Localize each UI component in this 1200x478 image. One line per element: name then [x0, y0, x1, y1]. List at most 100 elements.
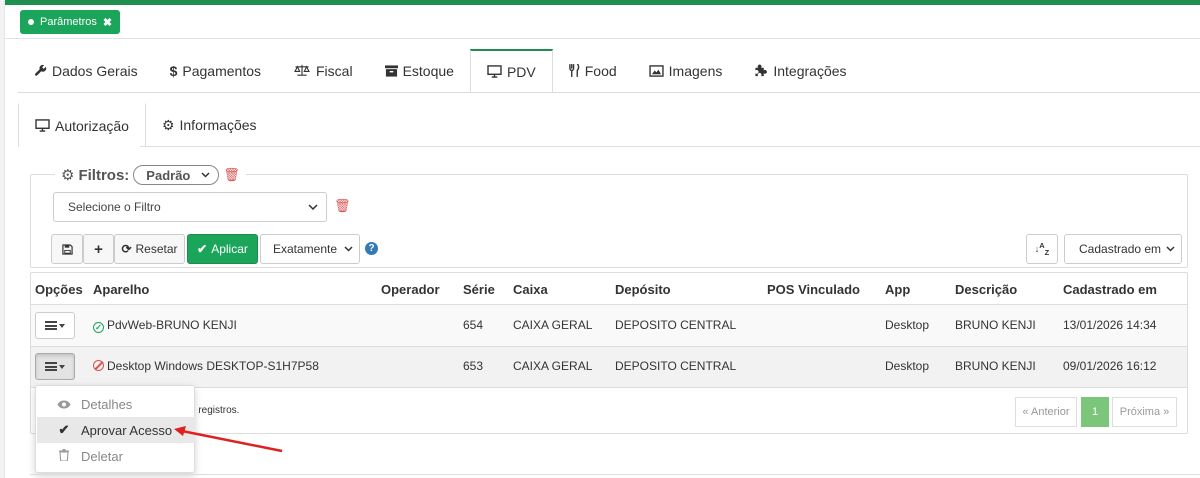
filter-select[interactable]: Selecione o Filtro [53, 192, 327, 222]
tab-label: Pagamentos [182, 62, 261, 79]
row-divider [31, 387, 1187, 388]
dollar-icon: $ [169, 62, 178, 79]
save-button[interactable] [51, 234, 83, 264]
tab-label: Imagens [668, 62, 723, 79]
cell-aparelho: ✓ PdvWeb-BRUNO KENJI [93, 318, 237, 333]
sort-alpha-icon: ↓AZ [1034, 241, 1050, 257]
col-header-opcoes: Opções [35, 282, 83, 297]
menu-item-detalhes[interactable]: Detalhes [37, 391, 195, 417]
col-header-app[interactable]: App [885, 282, 910, 297]
match-mode-value: Exatamente [273, 242, 338, 256]
reset-button[interactable]: ⟳ Resetar [114, 234, 185, 264]
tab-label: Integrações [773, 62, 847, 79]
col-header-pos[interactable]: POS Vinculado [767, 282, 860, 297]
refresh-icon: ⟳ [121, 242, 132, 256]
close-icon[interactable]: ✖ [103, 16, 112, 29]
sort-by-select[interactable]: Cadastrado em [1064, 234, 1182, 264]
desktop-icon [35, 119, 50, 132]
cutlery-icon [568, 64, 580, 77]
col-header-deposito[interactable]: Depósito [615, 282, 671, 297]
col-header-descricao[interactable]: Descrição [955, 282, 1017, 297]
trash-icon[interactable]: 🗑 [223, 167, 240, 183]
cell-aparelho-text: PdvWeb-BRUNO KENJI [107, 318, 237, 332]
row-options-button[interactable] [35, 353, 75, 380]
tab-label: Fiscal [316, 62, 353, 79]
chevron-down-icon [1166, 246, 1175, 252]
caret-down-icon [59, 364, 65, 369]
header-divider [5, 38, 1200, 39]
tabs-divider [18, 92, 1200, 93]
cell-serie: 653 [463, 359, 484, 373]
tab-label: PDV [506, 63, 536, 80]
cell-serie: 654 [463, 318, 484, 332]
pager-next[interactable]: Próxima » [1112, 397, 1177, 427]
cell-caixa: CAIXA GERAL [513, 359, 593, 373]
annotation-arrow-icon [174, 426, 283, 453]
help-icon[interactable]: ? [365, 242, 378, 255]
col-header-operador[interactable]: Operador [381, 282, 440, 297]
left-edge [0, 0, 5, 478]
top-accent-bar [0, 0, 1200, 5]
chevron-down-icon [308, 204, 318, 210]
approved-check-icon: ✓ [93, 322, 104, 333]
chevron-down-icon [344, 246, 353, 252]
tab-food[interactable]: Food [552, 49, 633, 93]
filter-preset-select[interactable]: Padrão [133, 165, 220, 185]
check-icon: ✔ [58, 422, 70, 437]
filter-legend: ⚙ Filtros: Padrão 🗑 [55, 164, 246, 186]
menu-item-label: Aprovar Acesso [81, 422, 173, 438]
gear-icon: ⚙ [61, 167, 75, 184]
col-header-cadastrado[interactable]: Cadastrado em [1063, 282, 1157, 297]
tab-dados-gerais[interactable]: Dados Gerais [18, 49, 154, 93]
check-icon: ✔ [197, 242, 208, 256]
row-options-button[interactable] [35, 312, 75, 339]
tab-fiscal[interactable]: Fiscal [277, 49, 369, 93]
tab-pagamentos[interactable]: $ Pagamentos [153, 49, 277, 93]
tab-estoque[interactable]: Estoque [368, 49, 470, 93]
desktop-icon [487, 65, 502, 78]
sort-order-button[interactable]: ↓AZ [1026, 234, 1058, 264]
apply-button[interactable]: ✔ Aplicar [187, 234, 258, 264]
filter-select-placeholder: Selecione o Filtro [68, 200, 161, 214]
records-count: 2 registros. [190, 405, 240, 416]
chevron-down-icon [201, 172, 210, 178]
sort-by-value: Cadastrado em [1079, 242, 1162, 256]
trash-icon[interactable]: 🗑 [334, 198, 351, 214]
plus-icon: + [94, 240, 103, 258]
cell-deposito: DEPOSITO CENTRAL [615, 318, 737, 332]
tab-integracoes[interactable]: Integrações [738, 49, 863, 93]
match-mode-select[interactable]: Exatamente [260, 234, 360, 264]
tab-autorizacao[interactable]: Autorização [18, 103, 146, 147]
pager-page-1[interactable]: 1 [1081, 397, 1109, 427]
tab-pdv[interactable]: PDV [469, 49, 553, 93]
cell-aparelho-text: Desktop Windows DESKTOP-S1H7P58 [107, 359, 319, 373]
cell-caixa: CAIXA GERAL [513, 318, 593, 332]
dot-icon [28, 19, 34, 25]
col-header-aparelho[interactable]: Aparelho [93, 282, 149, 297]
cell-cadastrado: 13/01/2026 14:34 [1063, 318, 1157, 332]
tab-label: Autorização [55, 117, 129, 134]
add-button[interactable]: + [83, 234, 114, 264]
menu-item-label: Detalhes [81, 396, 133, 412]
menu-icon [45, 362, 57, 371]
sub-tabs: Autorização ⚙ Informações [18, 103, 273, 147]
cell-aparelho: Desktop Windows DESKTOP-S1H7P58 [93, 359, 319, 373]
tab-informacoes[interactable]: ⚙ Informações [146, 103, 273, 147]
page-bottom-divider [30, 474, 1200, 475]
tab-label: Informações [179, 117, 257, 133]
pager-previous[interactable]: « Anterior [1015, 397, 1077, 427]
archive-icon [384, 64, 398, 77]
parametros-badge[interactable]: Parâmetros ✖ [20, 10, 121, 34]
tab-imagens[interactable]: Imagens [632, 49, 739, 93]
cell-app: Desktop [885, 359, 930, 373]
save-icon [61, 243, 73, 255]
tab-label: Dados Gerais [52, 62, 138, 79]
tab-label: Food [584, 62, 617, 79]
col-header-caixa[interactable]: Caixa [513, 282, 548, 297]
menu-icon [45, 321, 57, 330]
menu-item-label: Deletar [81, 448, 123, 464]
col-header-serie[interactable]: Série [463, 282, 495, 297]
image-icon [649, 64, 664, 77]
trash-icon [57, 448, 71, 464]
subtabs-divider [140, 146, 1200, 147]
